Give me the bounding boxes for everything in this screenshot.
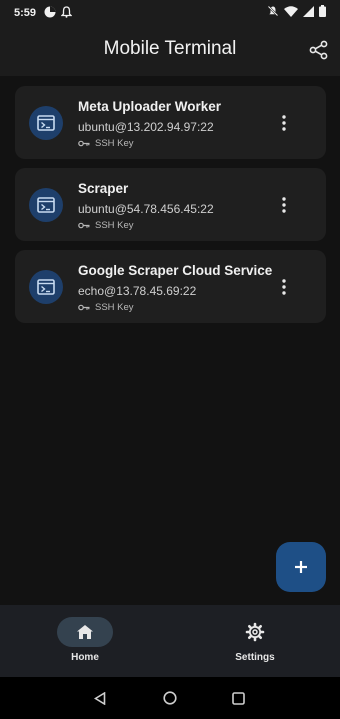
nav-item-settings[interactable]: Settings bbox=[170, 605, 340, 677]
nav-pill-settings[interactable] bbox=[227, 617, 283, 647]
more-vert-icon bbox=[282, 114, 286, 131]
connection-card[interactable]: Scraper ubuntu@54.78.456.45:22 SSH Key bbox=[15, 168, 326, 241]
auth-label: SSH Key bbox=[95, 138, 134, 149]
connection-list: Meta Uploader Worker ubuntu@13.202.94.97… bbox=[15, 86, 326, 332]
status-left-icons bbox=[44, 6, 72, 18]
nav-item-home[interactable]: Home bbox=[0, 605, 170, 677]
home-circle-icon bbox=[163, 691, 177, 705]
status-time: 5:59 bbox=[14, 7, 37, 19]
more-options-button[interactable] bbox=[272, 193, 296, 217]
status-right-icons bbox=[267, 5, 326, 17]
add-connection-button[interactable] bbox=[276, 542, 326, 592]
connection-title: Google Scraper Cloud Service bbox=[78, 263, 273, 278]
system-nav-bar bbox=[0, 677, 340, 719]
page-title: Mobile Terminal bbox=[103, 38, 237, 59]
nav-pill-home[interactable] bbox=[57, 617, 113, 647]
do-not-disturb-icon bbox=[267, 5, 279, 17]
key-icon bbox=[78, 222, 90, 229]
connection-auth: SSH Key bbox=[78, 302, 276, 313]
key-icon bbox=[78, 140, 90, 147]
key-icon bbox=[78, 304, 90, 311]
connection-title: Meta Uploader Worker bbox=[78, 99, 222, 114]
home-icon bbox=[77, 625, 93, 639]
connection-card[interactable]: Google Scraper Cloud Service echo@13.78.… bbox=[15, 250, 326, 323]
connection-auth: SSH Key bbox=[78, 138, 276, 149]
back-button[interactable] bbox=[90, 688, 110, 708]
share-button[interactable] bbox=[308, 39, 330, 61]
more-options-button[interactable] bbox=[272, 275, 296, 299]
connection-title: Scraper bbox=[78, 181, 129, 196]
battery-icon bbox=[319, 5, 326, 17]
app-bar: Mobile Terminal bbox=[0, 26, 340, 76]
pinwheel-icon bbox=[44, 6, 56, 18]
recents-square-icon bbox=[231, 691, 245, 705]
plus-icon bbox=[295, 561, 307, 573]
connection-host: ubuntu@13.202.94.97:22 bbox=[78, 120, 214, 134]
terminal-icon bbox=[29, 269, 63, 304]
back-triangle-icon bbox=[94, 691, 106, 705]
gear-icon bbox=[245, 622, 265, 642]
nav-label-home: Home bbox=[71, 652, 99, 663]
more-options-button[interactable] bbox=[272, 111, 296, 135]
recents-button[interactable] bbox=[228, 688, 248, 708]
notification-bell-icon bbox=[61, 6, 72, 18]
wifi-icon bbox=[284, 5, 298, 17]
more-vert-icon bbox=[282, 278, 286, 295]
status-bar: 5:59 bbox=[0, 0, 340, 26]
bottom-nav: Home Settings bbox=[0, 605, 340, 677]
connection-host: ubuntu@54.78.456.45:22 bbox=[78, 202, 214, 216]
connection-host: echo@13.78.45.69:22 bbox=[78, 284, 197, 298]
more-vert-icon bbox=[282, 196, 286, 213]
terminal-icon bbox=[29, 105, 63, 140]
auth-label: SSH Key bbox=[95, 302, 134, 313]
home-system-button[interactable] bbox=[160, 688, 180, 708]
share-icon bbox=[309, 40, 328, 60]
connection-card[interactable]: Meta Uploader Worker ubuntu@13.202.94.97… bbox=[15, 86, 326, 159]
nav-label-settings: Settings bbox=[235, 652, 275, 663]
connection-auth: SSH Key bbox=[78, 220, 276, 231]
terminal-icon bbox=[29, 187, 63, 222]
signal-icon bbox=[303, 5, 314, 17]
auth-label: SSH Key bbox=[95, 220, 134, 231]
